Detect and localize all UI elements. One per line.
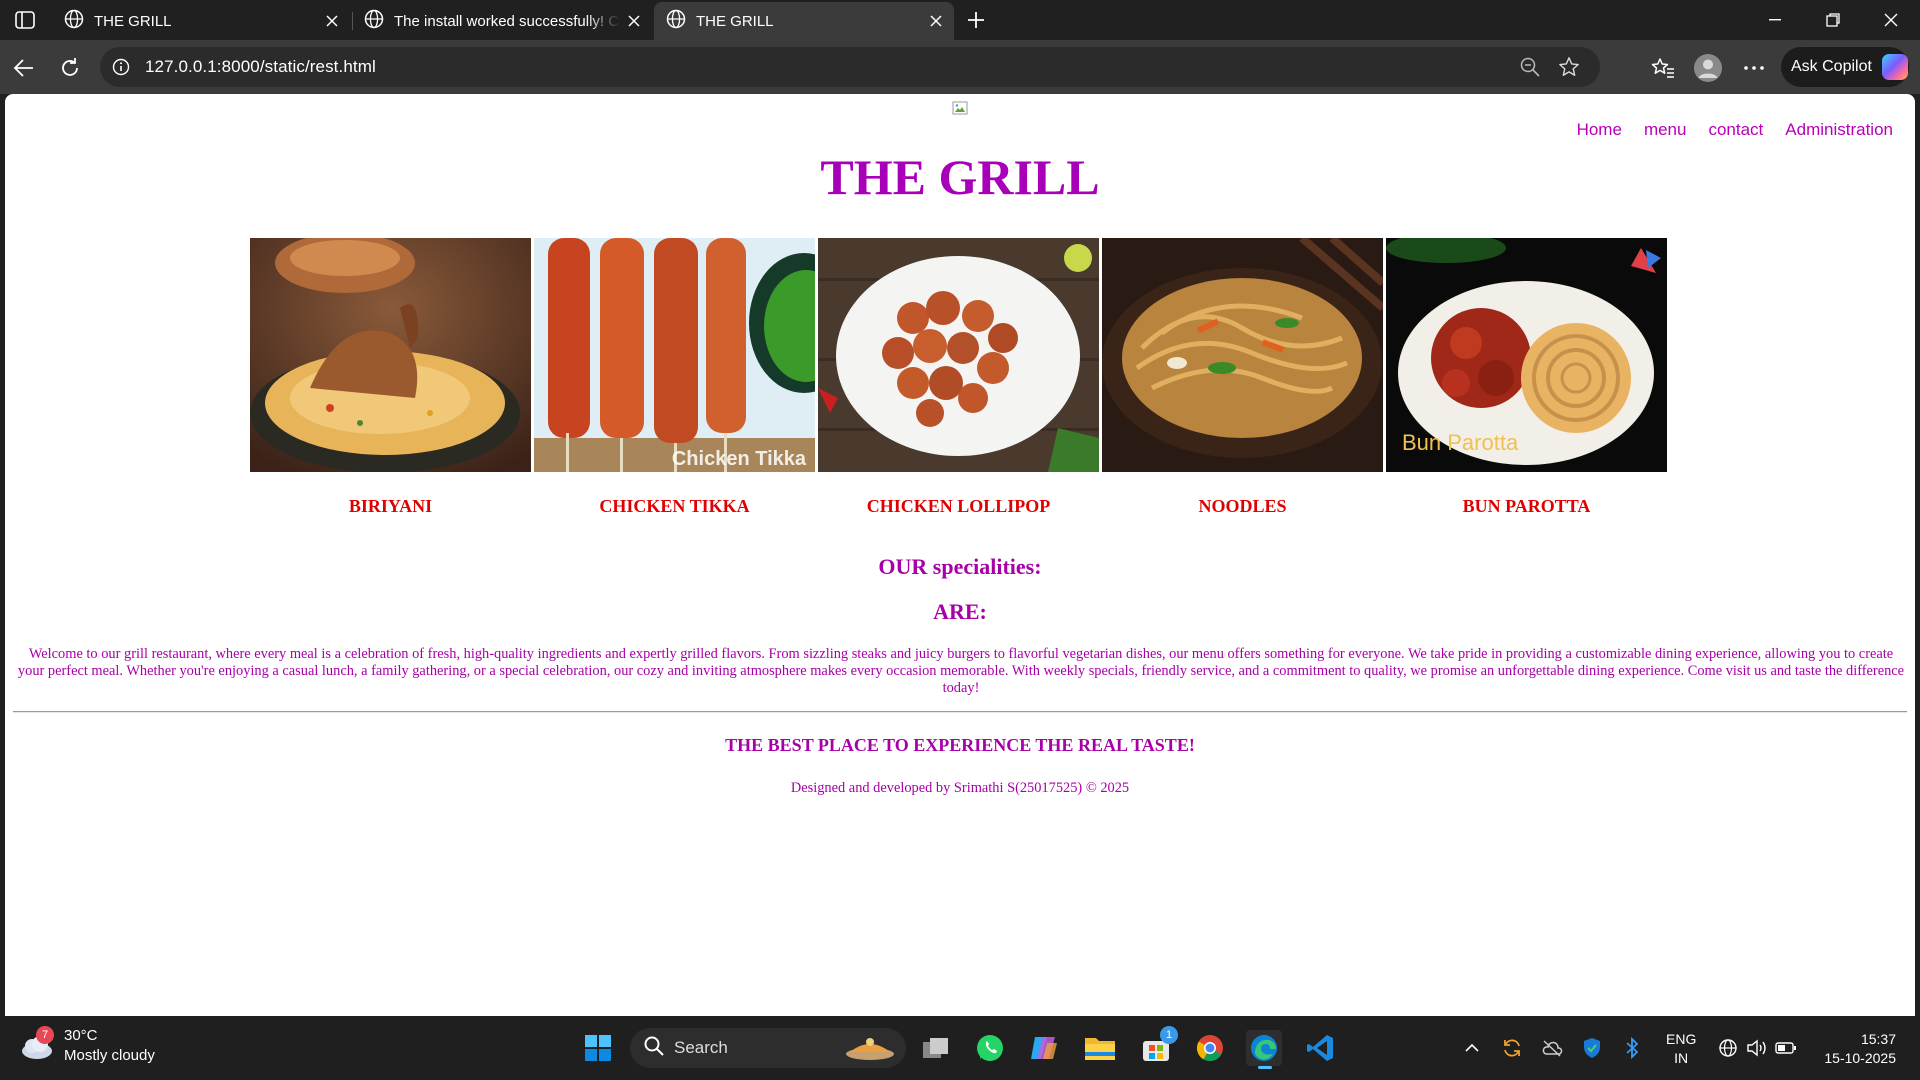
- dish-card-chicken-lollipop: CHICKEN LOLLIPOP: [818, 238, 1099, 517]
- temperature: 30°C: [64, 1027, 98, 1044]
- horizontal-divider: [13, 711, 1907, 713]
- globe-icon: [666, 9, 686, 33]
- active-app-indicator: [1258, 1066, 1272, 1069]
- page-viewport: Home menu contact Administration THE GRI…: [5, 94, 1915, 1016]
- dish-card-bun-parotta: Bun Parotta BUN PAROTTA: [1386, 238, 1667, 517]
- close-window-button[interactable]: [1862, 0, 1920, 40]
- restore-button[interactable]: [1804, 0, 1862, 40]
- copilot-icon: [1881, 54, 1908, 80]
- tab-title: THE GRILL: [94, 12, 172, 30]
- ask-copilot-button[interactable]: Ask Copilot: [1781, 47, 1909, 87]
- tab-actions-icon[interactable]: [10, 8, 40, 32]
- tagline: THE BEST PLACE TO EXPERIENCE THE REAL TA…: [725, 735, 1195, 755]
- address-bar[interactable]: 127.0.0.1:8000/static/rest.html: [100, 47, 1600, 87]
- input-language-indicator[interactable]: ENG IN: [1666, 1030, 1696, 1068]
- profile-avatar[interactable]: [1692, 52, 1724, 84]
- noodles-photo: [1102, 238, 1383, 472]
- minimize-button[interactable]: [1746, 0, 1804, 40]
- chicken-tikka-photo: Chicken Tikka: [534, 238, 815, 472]
- dish-name: NOODLES: [1198, 496, 1287, 516]
- dish-name: CHICKEN LOLLIPOP: [866, 496, 1051, 516]
- dish-name: BUN PAROTTA: [1462, 496, 1591, 516]
- site-info-icon[interactable]: [111, 57, 131, 77]
- dish-name: CHICKEN TIKKA: [599, 496, 750, 516]
- network-globe-icon[interactable]: [1716, 1036, 1740, 1060]
- store-notification-badge: 1: [1160, 1026, 1178, 1044]
- clock-date: 15-10-2025: [1824, 1050, 1896, 1066]
- cloud-icon: 7: [18, 1026, 54, 1061]
- broken-image-icon: [952, 100, 968, 116]
- nav-home-link[interactable]: Home: [1577, 120, 1622, 140]
- dish-gallery: BIRIYANI Chicken Tikka CHICKEN TIKKA CHI…: [250, 238, 1667, 517]
- browser-toolbar: 127.0.0.1:8000/static/rest.html Ask Copi…: [0, 40, 1920, 94]
- dish-card-biriyani: BIRIYANI: [250, 238, 531, 517]
- edge-icon[interactable]: [1246, 1030, 1282, 1069]
- taskbar-search[interactable]: Search: [630, 1028, 906, 1068]
- weather-condition: Mostly cloudy: [64, 1047, 155, 1064]
- bun-parotta-photo: Bun Parotta: [1386, 238, 1667, 472]
- whatsapp-icon[interactable]: [972, 1030, 1008, 1066]
- dish-name: BIRIYANI: [348, 496, 433, 516]
- onedrive-offline-icon[interactable]: [1540, 1036, 1564, 1060]
- favorite-star-icon[interactable]: [1558, 56, 1580, 83]
- dish-card-noodles: NOODLES: [1102, 238, 1383, 517]
- dish-card-chicken-tikka: Chicken Tikka CHICKEN TIKKA: [534, 238, 815, 517]
- globe-icon: [364, 9, 384, 33]
- specialities-heading: OUR specialities:: [878, 554, 1042, 579]
- windows-security-icon[interactable]: [1580, 1036, 1604, 1060]
- are-heading: ARE:: [933, 599, 987, 624]
- footer-credit: Designed and developed by Srimathi S(250…: [790, 780, 1130, 796]
- nav-administration-link[interactable]: Administration: [1785, 120, 1893, 140]
- windows-taskbar: 7 30°C Mostly cloudy Search 1 ENG IN 15:…: [0, 1016, 1920, 1080]
- intro-paragraph: Welcome to our grill restaurant, where e…: [17, 646, 1905, 696]
- vscode-icon[interactable]: [1302, 1030, 1338, 1066]
- file-explorer-icon[interactable]: [1082, 1030, 1118, 1066]
- sync-icon[interactable]: [1500, 1036, 1524, 1060]
- close-icon[interactable]: [626, 13, 642, 29]
- refresh-button[interactable]: [54, 52, 86, 84]
- photo-overlay-caption: Bun Parotta: [1402, 430, 1519, 455]
- nav-contact-link[interactable]: contact: [1708, 120, 1763, 140]
- search-label: Search: [674, 1038, 728, 1057]
- tab-install-worked[interactable]: The install worked successfully! Co: [352, 2, 652, 40]
- volume-icon[interactable]: [1745, 1036, 1769, 1060]
- tab-the-grill-1[interactable]: THE GRILL: [52, 2, 350, 40]
- zoom-icon[interactable]: [1520, 57, 1540, 82]
- region-code: IN: [1674, 1050, 1689, 1066]
- main-nav: Home menu contact Administration: [1577, 120, 1893, 140]
- more-options-icon[interactable]: [1738, 52, 1770, 84]
- tab-title: The install worked successfully! Co: [394, 12, 620, 30]
- language-code: ENG: [1666, 1031, 1697, 1047]
- chicken-lollipop-photo: [818, 238, 1099, 472]
- bluetooth-icon[interactable]: [1620, 1036, 1644, 1060]
- task-view-icon[interactable]: [918, 1030, 954, 1066]
- site-title: THE GRILL: [820, 149, 1100, 205]
- tab-the-grill-active[interactable]: THE GRILL: [654, 2, 954, 40]
- back-button[interactable]: [8, 52, 40, 84]
- weather-widget[interactable]: 7 30°C Mostly cloudy: [18, 1026, 155, 1066]
- close-icon[interactable]: [928, 13, 944, 29]
- favorites-icon[interactable]: [1647, 52, 1679, 84]
- chrome-icon[interactable]: [1192, 1030, 1228, 1066]
- photo-overlay-caption: Chicken Tikka: [672, 448, 807, 470]
- url-text: 127.0.0.1:8000/static/rest.html: [145, 57, 376, 76]
- show-hidden-icons-chevron-icon[interactable]: [1460, 1036, 1484, 1060]
- tab-title: THE GRILL: [696, 12, 774, 30]
- search-icon: [644, 1036, 664, 1061]
- battery-icon[interactable]: [1774, 1036, 1798, 1060]
- search-highlight-icon: [842, 1034, 898, 1067]
- clock-time: 15:37: [1860, 1031, 1896, 1047]
- close-icon[interactable]: [324, 13, 340, 29]
- globe-icon: [64, 9, 84, 33]
- start-button[interactable]: [580, 1030, 616, 1066]
- nav-menu-link[interactable]: menu: [1644, 120, 1687, 140]
- microsoft-store-icon[interactable]: 1: [1138, 1026, 1178, 1066]
- copilot-label: Ask Copilot: [1791, 58, 1872, 75]
- weather-alert-badge: 7: [36, 1026, 54, 1044]
- biriyani-photo: [250, 238, 531, 472]
- new-tab-button[interactable]: [962, 6, 990, 34]
- copilot-app-icon[interactable]: [1026, 1030, 1062, 1066]
- browser-tab-bar: THE GRILL The install worked successfull…: [0, 0, 1920, 40]
- system-clock[interactable]: 15:37 15-10-2025: [1810, 1030, 1896, 1068]
